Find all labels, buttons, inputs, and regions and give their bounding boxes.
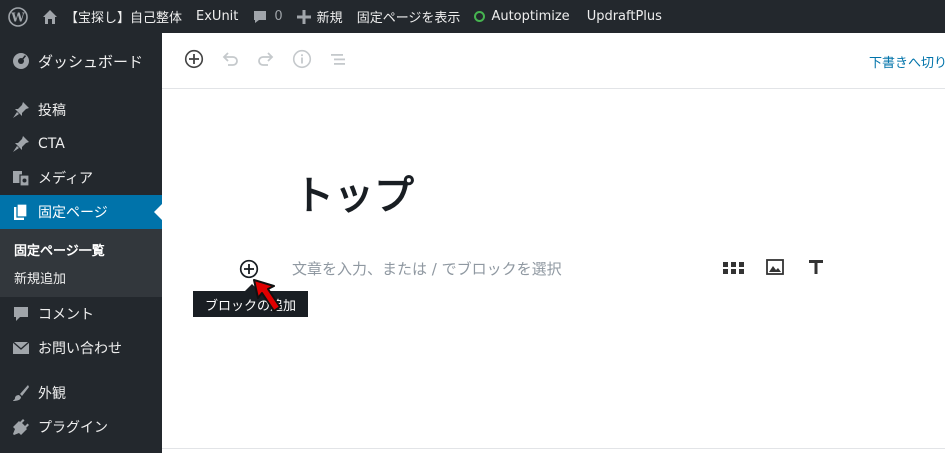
sidebar-item-label: 投稿 [38,103,66,119]
divider [162,448,945,449]
new-label: 新規 [316,11,343,26]
redo-icon [256,49,276,73]
view-page-link[interactable]: 固定ページを表示 [350,0,468,33]
sidebar-item-posts[interactable]: 投稿 [0,93,162,127]
autoptimize-label: Autoptimize [491,9,570,24]
block-navigation-button[interactable] [320,43,356,79]
admin-sidebar: ダッシュボード 投稿 CTA メディア 固定ページ 固定ページ一覧 新規追加 コ… [0,33,162,453]
page-title[interactable]: トップ [294,163,414,221]
submenu-item-label: 新規追加 [14,271,67,287]
sidebar-item-cta[interactable]: CTA [0,127,162,161]
editor-toolbar: 下書きへ切り [162,33,945,89]
undo-button[interactable] [212,43,248,79]
sidebar-item-contact[interactable]: お問い合わせ [0,331,162,365]
sidebar-item-label: CTA [38,136,65,152]
sidebar-item-label: 固定ページ [38,205,108,221]
list-outline-icon [328,49,348,73]
pin-icon [11,100,31,120]
pages-submenu: 固定ページ一覧 新規追加 [0,229,162,297]
sidebar-item-label: 外観 [38,386,66,402]
image-icon [765,257,785,281]
submenu-item-all-pages[interactable]: 固定ページ一覧 [0,235,162,263]
sidebar-item-pages[interactable]: 固定ページ [0,195,162,229]
home-icon [42,9,58,25]
comment-icon [11,304,31,324]
view-page-label: 固定ページを表示 [356,11,461,26]
switch-to-draft-link[interactable]: 下書きへ切り [869,52,945,71]
sidebar-item-label: ダッシュボード [38,52,144,71]
brush-icon [11,383,31,403]
sidebar-item-dashboard[interactable]: ダッシュボード [0,41,162,81]
sidebar-item-label: お問い合わせ [38,341,122,357]
svg-text:W: W [10,10,25,24]
text-t-icon [807,258,825,280]
info-icon [292,49,312,73]
comments-count: 0 [274,9,283,24]
plugin-icon [11,417,31,437]
new-content-link[interactable]: 新規 [290,0,350,33]
autoptimize-link[interactable]: Autoptimize [467,0,576,33]
blocks-grid-button[interactable] [722,257,746,281]
dashboard-icon [11,51,31,71]
pin-icon [11,134,31,154]
admin-bar: W 【宝探し】自己整体 ExUnit 0 新規 固定ページを表示 Autopti… [0,0,945,33]
block-editor: 下書きへ切り トップ 文章を入力、または / でブロックを選択 [162,33,945,453]
exunit-link[interactable]: ExUnit [189,0,245,33]
plus-icon [296,9,311,24]
site-name-link[interactable]: 【宝探し】自己整体 [35,0,189,33]
site-name: 【宝探し】自己整体 [65,11,183,26]
status-dot-icon [474,11,486,22]
comments-link[interactable]: 0 [245,0,289,33]
add-block-button[interactable] [176,43,212,79]
sidebar-item-media[interactable]: メディア [0,161,162,195]
sidebar-item-plugins[interactable]: プラグイン [0,410,162,444]
media-icon [11,168,31,188]
sidebar-item-label: メディア [38,171,94,187]
sidebar-item-comments[interactable]: コメント [0,297,162,331]
submenu-item-add-new[interactable]: 新規追加 [0,263,162,291]
sidebar-item-label: プラグイン [38,420,108,436]
undo-icon [220,49,240,73]
submenu-item-label: 固定ページ一覧 [14,243,105,259]
add-block-tooltip: ブロックの追加 [193,284,308,317]
sidebar-item-appearance[interactable]: 外観 [0,376,162,410]
redo-button[interactable] [248,43,284,79]
content-info-button[interactable] [284,43,320,79]
comment-bubble-icon [252,9,268,25]
plus-circle-icon [184,49,204,73]
mouse-pointer-icon [252,278,286,320]
quick-inserter [722,257,828,281]
exunit-label: ExUnit [196,9,239,24]
pages-icon [11,202,31,222]
image-block-button[interactable] [763,257,787,281]
mail-icon [11,338,31,358]
wordpress-logo-icon[interactable]: W [0,0,35,33]
updraftplus-link[interactable]: UpdraftPlus [577,0,669,33]
updraftplus-label: UpdraftPlus [586,9,662,24]
heading-block-button[interactable] [804,257,828,281]
grid-dots-icon [722,260,746,279]
sidebar-item-label: コメント [38,307,94,323]
paragraph-placeholder[interactable]: 文章を入力、または / でブロックを選択 [292,258,562,279]
